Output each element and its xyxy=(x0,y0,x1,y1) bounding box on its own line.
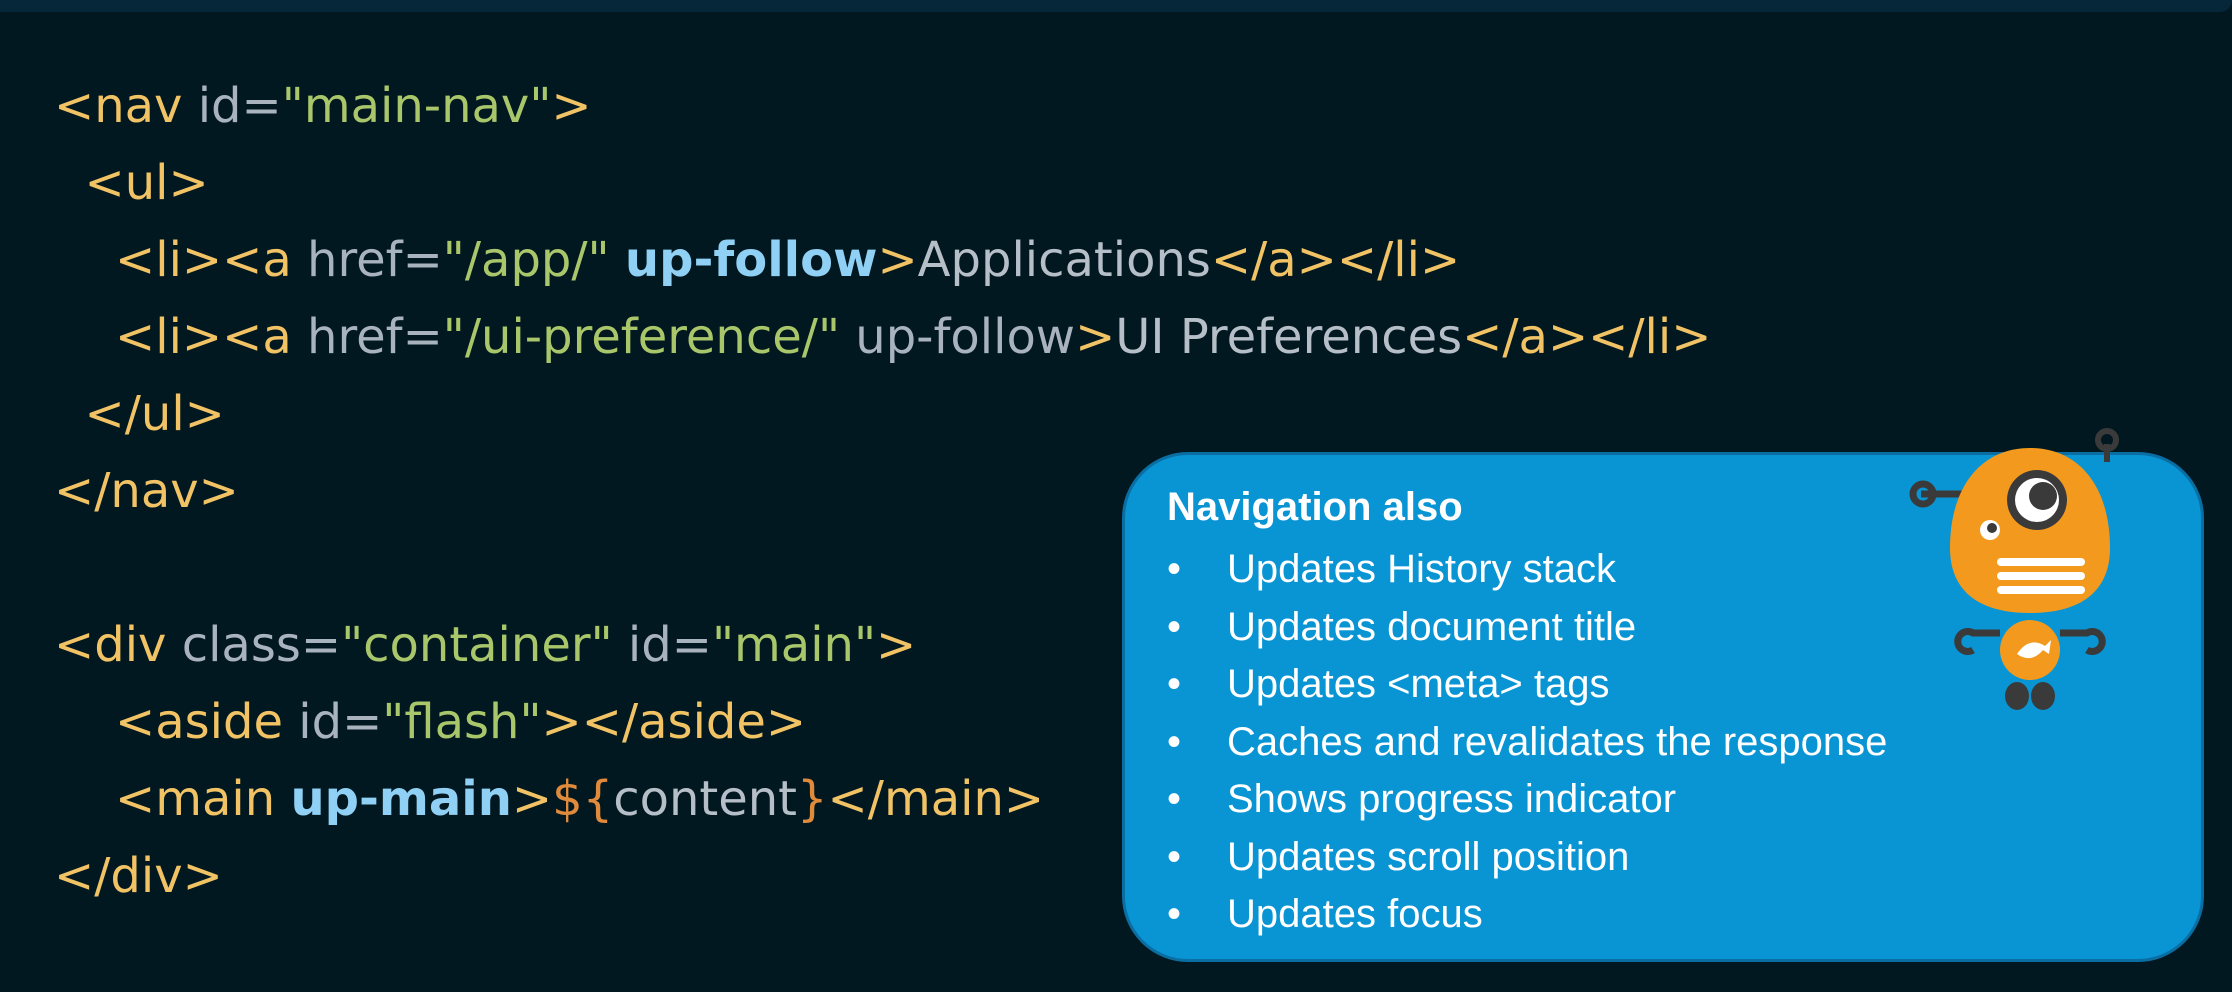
code-line: <li><a href="/ui-preference/" up-follow>… xyxy=(54,299,1711,376)
callout-list: • Updates History stack • Updates document… xyxy=(1167,541,1887,944)
code-text: UI Preferences xyxy=(1115,309,1463,365)
code-line: </ul> xyxy=(54,376,1711,453)
antenna-tip xyxy=(2095,428,2119,452)
code-attribute: id= xyxy=(612,617,712,673)
list-item: • Updates focus xyxy=(1167,886,1887,944)
list-item: • Shows progress indicator xyxy=(1167,771,1887,829)
code-interpolation: ${ xyxy=(552,771,614,827)
list-item-label: Caches and revalidates the response xyxy=(1227,719,1888,764)
top-bar xyxy=(0,0,2232,12)
lower-left-arm xyxy=(1954,628,2000,655)
list-item: • Updates <meta> tags xyxy=(1167,656,1887,714)
robot-pupil xyxy=(2029,482,2057,510)
code-attribute: href= xyxy=(307,232,443,288)
code-tag: <aside xyxy=(54,694,299,750)
code-string: "flash" xyxy=(382,694,542,750)
code-tag: </nav> xyxy=(54,463,239,519)
code-attribute: id= xyxy=(197,78,282,134)
list-item: • Caches and revalidates the response xyxy=(1167,714,1887,772)
code-line: <ul> xyxy=(54,145,1711,222)
code-tag: > xyxy=(876,617,917,673)
code-tag: <div xyxy=(54,617,182,673)
code-tag: <ul> xyxy=(54,155,209,211)
code-string: "main" xyxy=(711,617,877,673)
code-attribute: href= xyxy=(307,309,443,365)
bullet-icon: • xyxy=(1167,662,1182,706)
slide: <nav id="main-nav"> <ul> <li><a href="/a… xyxy=(0,0,2232,992)
code-tag: <li><a xyxy=(54,309,308,365)
code-string: "/app/" xyxy=(442,232,610,288)
code-interpolation: } xyxy=(797,771,828,827)
robot-foot xyxy=(2005,682,2029,710)
code-keyword: up-main xyxy=(290,771,512,827)
bullet-icon: • xyxy=(1167,892,1182,936)
code-tag: > xyxy=(551,78,592,134)
code-string: "container" xyxy=(341,617,613,673)
code-tag: > xyxy=(1075,309,1116,365)
code-text: Applications xyxy=(917,232,1211,288)
code-tag: > xyxy=(877,232,918,288)
list-item-label: Updates scroll position xyxy=(1227,834,1630,879)
code-tag: > xyxy=(511,771,553,827)
code-tag: </a></li> xyxy=(1210,232,1461,288)
code-tag: </div> xyxy=(54,848,223,904)
code-tag: <nav xyxy=(54,78,198,134)
bullet-icon: • xyxy=(1167,547,1182,591)
code-line: <nav id="main-nav"> xyxy=(54,68,1711,145)
list-item-label: Updates History stack xyxy=(1227,547,1617,591)
code-keyword: up-follow xyxy=(624,232,878,288)
unpoly-robot-mascot-icon xyxy=(1909,428,2119,710)
code-tag: <main xyxy=(54,771,291,827)
code-tag: </a></li> xyxy=(1462,309,1712,365)
code-string: "main-nav" xyxy=(281,78,552,134)
code-string: "/ui-preference/" xyxy=(442,309,841,365)
callout-title: Navigation also xyxy=(1167,485,1463,529)
bullet-icon: • xyxy=(1167,834,1182,879)
code-text: content xyxy=(613,771,797,827)
code-tag: </main> xyxy=(827,771,1045,827)
bullet-icon: • xyxy=(1167,777,1182,821)
lower-right-arm xyxy=(2060,628,2106,655)
mouth-stripe xyxy=(1997,558,2085,566)
list-item-label: Updates focus xyxy=(1227,892,1483,936)
code-line: <li><a href="/app/" up-follow>Applicatio… xyxy=(54,222,1711,299)
list-item: • Updates History stack xyxy=(1167,541,1887,599)
code-tag: </ul> xyxy=(54,386,225,442)
list-item-label: Updates document title xyxy=(1227,604,1637,649)
code-attribute: class= xyxy=(181,617,342,673)
code-attribute xyxy=(610,232,625,288)
list-item: • Updates scroll position xyxy=(1167,829,1887,887)
bullet-icon: • xyxy=(1167,719,1182,764)
bullet-icon: • xyxy=(1167,604,1182,649)
list-item-label: Updates <meta> tags xyxy=(1227,662,1610,706)
list-item-label: Shows progress indicator xyxy=(1227,777,1677,821)
list-item: • Updates document title xyxy=(1167,599,1887,657)
mouth-stripe xyxy=(1997,586,2085,594)
robot-small-pupil xyxy=(1987,523,1997,533)
code-tag: <li><a xyxy=(54,232,308,288)
code-attribute: id= xyxy=(298,694,383,750)
mouth-stripe xyxy=(1997,572,2085,580)
robot-foot xyxy=(2031,682,2055,710)
code-tag: ></aside> xyxy=(541,694,807,750)
code-attribute: up-follow xyxy=(840,309,1076,365)
